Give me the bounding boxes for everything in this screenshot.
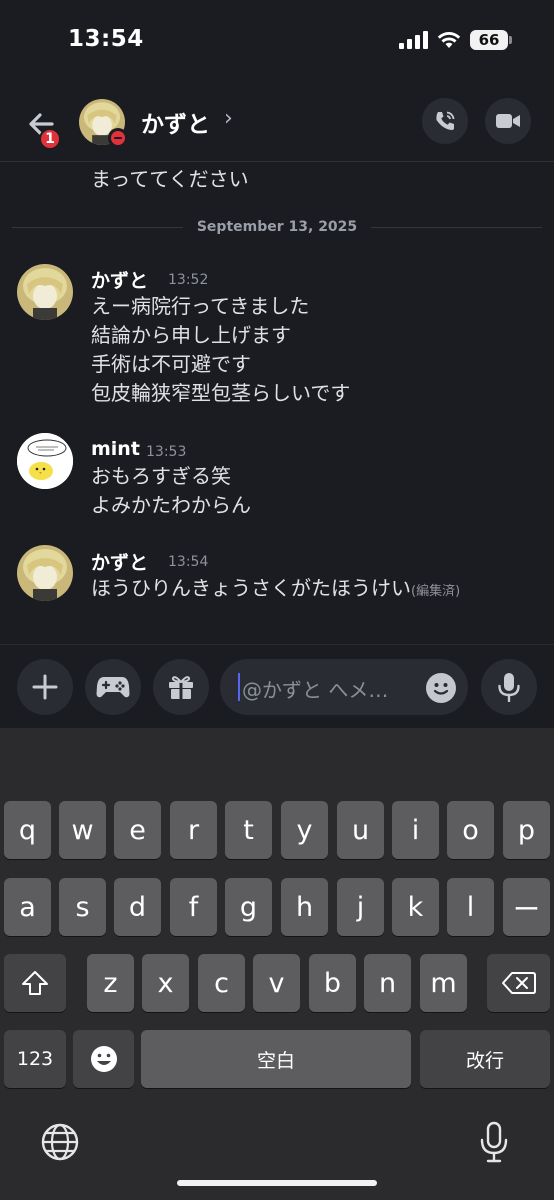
key-w[interactable]: w: [59, 801, 106, 859]
message-line: 包皮輪狭窄型包茎らしいです: [91, 381, 351, 405]
microphone-icon: [480, 1121, 508, 1163]
key-y[interactable]: y: [281, 801, 328, 859]
cellular-signal-icon: [399, 31, 428, 49]
unread-badge: 1: [39, 128, 61, 150]
message-line: 結論から申し上げます: [91, 323, 291, 347]
numbers-key[interactable]: 123: [4, 1030, 66, 1088]
voice-call-button[interactable]: [422, 98, 468, 144]
message-input-placeholder: @かずと へメ…: [242, 678, 389, 702]
avatar[interactable]: [17, 264, 73, 320]
avatar[interactable]: [17, 545, 73, 601]
status-time: 13:54: [68, 26, 144, 52]
dictation-button[interactable]: [478, 1120, 510, 1164]
key-h[interactable]: h: [281, 878, 328, 936]
message-line: おもろすぎる笑: [91, 464, 231, 488]
phone-icon: [436, 111, 455, 130]
dnd-status-icon: [108, 128, 128, 148]
key-g[interactable]: g: [225, 878, 272, 936]
key-a[interactable]: a: [4, 878, 51, 936]
space-key[interactable]: 空白: [141, 1030, 411, 1088]
key-d[interactable]: d: [114, 878, 161, 936]
activities-button[interactable]: [85, 659, 141, 715]
microphone-icon: [498, 673, 520, 702]
attach-button[interactable]: [17, 659, 73, 715]
home-indicator[interactable]: [177, 1180, 377, 1186]
key-n[interactable]: n: [364, 954, 411, 1012]
key-z[interactable]: z: [87, 954, 134, 1012]
message-line: えー病院行ってきました: [91, 294, 310, 318]
wifi-icon: [437, 32, 461, 48]
key-c[interactable]: c: [198, 954, 245, 1012]
key-o[interactable]: o: [447, 801, 494, 859]
message-line: ほうひりんきょうさくがたほうけい(編集済): [91, 574, 460, 606]
message-author[interactable]: mint: [91, 438, 140, 460]
key-i[interactable]: i: [392, 801, 439, 859]
message-timestamp: 13:52: [168, 272, 209, 288]
message-timestamp: 13:54: [168, 554, 209, 570]
date-divider-label: September 13, 2025: [196, 219, 358, 235]
key-t[interactable]: t: [225, 801, 272, 859]
key-e[interactable]: e: [114, 801, 161, 859]
message-author[interactable]: かずと: [91, 266, 148, 293]
key-p[interactable]: p: [503, 801, 550, 859]
avatar[interactable]: [17, 433, 73, 489]
key-b[interactable]: b: [309, 954, 356, 1012]
text-cursor: [238, 673, 240, 701]
key-l[interactable]: l: [447, 878, 494, 936]
key-long-vowel[interactable]: ー: [503, 878, 550, 936]
message-line: よみかたわからん: [91, 493, 251, 517]
message-author[interactable]: かずと: [91, 548, 148, 575]
key-m[interactable]: m: [420, 954, 467, 1012]
key-r[interactable]: r: [170, 801, 217, 859]
globe-icon: [41, 1123, 79, 1161]
status-icons: 66: [399, 30, 512, 50]
key-x[interactable]: x: [142, 954, 189, 1012]
date-divider: September 13, 2025: [12, 216, 542, 238]
emoji-key[interactable]: [73, 1030, 134, 1088]
previous-message-text: まっててください: [91, 167, 249, 191]
video-call-button[interactable]: [485, 98, 531, 144]
backspace-icon: [501, 972, 536, 994]
message-timestamp: 13:53: [146, 444, 187, 460]
message-line-text: ほうひりんきょうさくがたほうけい: [91, 576, 411, 600]
shift-arrow-icon: [22, 971, 48, 995]
voice-message-button[interactable]: [481, 659, 537, 715]
status-bar: 13:54 66: [0, 0, 554, 84]
gift-icon: [169, 676, 193, 699]
shift-key[interactable]: [4, 954, 66, 1012]
key-j[interactable]: j: [337, 878, 384, 936]
return-key[interactable]: 改行: [420, 1030, 550, 1088]
key-f[interactable]: f: [170, 878, 217, 936]
chevron-right-icon[interactable]: ›: [224, 106, 233, 131]
key-k[interactable]: k: [392, 878, 439, 936]
key-u[interactable]: u: [337, 801, 384, 859]
backspace-key[interactable]: [487, 954, 550, 1012]
gamepad-icon: [96, 677, 130, 698]
key-v[interactable]: v: [253, 954, 300, 1012]
emoji-icon: [90, 1046, 117, 1072]
chat-header: 1 かずと ›: [0, 88, 554, 162]
emoji-button[interactable]: [426, 673, 456, 703]
message-input[interactable]: @かずと へメ…: [220, 659, 468, 715]
message-line: 手術は不可避です: [91, 352, 251, 376]
battery-indicator: 66: [470, 30, 512, 50]
edited-label: (編集済): [411, 584, 461, 599]
gift-button[interactable]: [153, 659, 209, 715]
plus-icon: [32, 674, 58, 700]
globe-button[interactable]: [40, 1122, 80, 1162]
message-composer: @かずと へメ…: [0, 644, 554, 728]
key-s[interactable]: s: [59, 878, 106, 936]
key-q[interactable]: q: [4, 801, 51, 859]
video-camera-icon: [496, 114, 520, 128]
smiley-icon: [433, 683, 449, 695]
channel-name[interactable]: かずと: [141, 105, 210, 139]
